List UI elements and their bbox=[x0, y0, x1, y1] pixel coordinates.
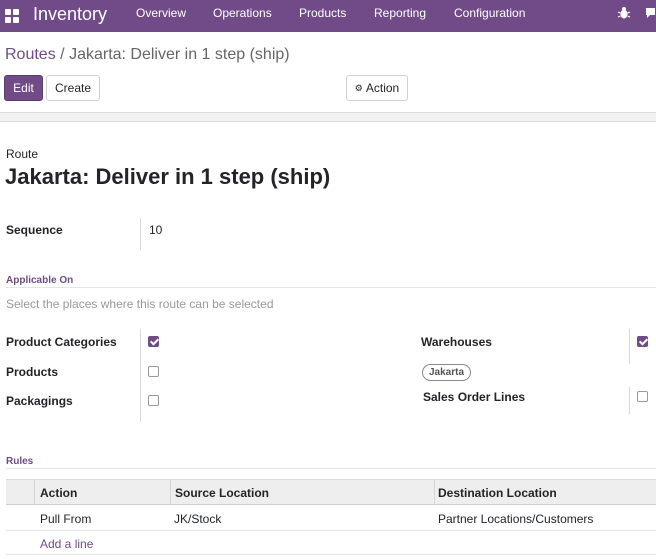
column-separator bbox=[34, 480, 35, 505]
section-divider bbox=[6, 287, 656, 288]
rule-source-cell[interactable]: JK/Stock bbox=[174, 512, 221, 526]
column-separator bbox=[170, 480, 171, 505]
breadcrumb-routes-link[interactable]: Routes bbox=[5, 46, 56, 63]
column-separator bbox=[434, 480, 435, 505]
chat-icon[interactable] bbox=[645, 7, 656, 20]
add-line-link[interactable]: Add a line bbox=[40, 537, 93, 551]
breadcrumb-separator: / bbox=[60, 46, 65, 63]
field-divider bbox=[629, 329, 630, 364]
form-sheet: Route Jakarta: Deliver in 1 step (ship) … bbox=[0, 122, 656, 560]
packagings-checkbox[interactable] bbox=[148, 395, 159, 406]
rules-table-header: Action Source Location Destination Locat… bbox=[6, 479, 656, 505]
action-label: Action bbox=[365, 81, 400, 95]
bug-icon[interactable] bbox=[617, 6, 631, 20]
column-source-location[interactable]: Source Location bbox=[175, 486, 269, 500]
warehouses-checkbox[interactable] bbox=[637, 336, 648, 347]
menu-reporting[interactable]: Reporting bbox=[374, 6, 426, 20]
packagings-label: Packagings bbox=[6, 394, 73, 408]
column-destination-location[interactable]: Destination Location bbox=[438, 486, 557, 500]
product-categories-label: Product Categories bbox=[6, 335, 117, 349]
record-title: Jakarta: Deliver in 1 step (ship) bbox=[5, 164, 331, 189]
sales-order-lines-checkbox[interactable] bbox=[637, 391, 648, 402]
form-top-band bbox=[0, 112, 656, 122]
rule-destination-cell[interactable]: Partner Locations/Customers bbox=[438, 512, 593, 526]
menu-products[interactable]: Products bbox=[299, 6, 346, 20]
products-label: Products bbox=[6, 365, 59, 379]
rule-action-cell[interactable]: Pull From bbox=[40, 512, 91, 526]
field-divider bbox=[629, 387, 630, 414]
rules-heading: Rules bbox=[6, 456, 34, 467]
warehouses-label: Warehouses bbox=[421, 335, 492, 349]
record-type-label: Route bbox=[6, 147, 39, 161]
sequence-label: Sequence bbox=[6, 223, 63, 237]
products-checkbox[interactable] bbox=[148, 366, 159, 377]
table-row-divider bbox=[6, 530, 656, 531]
sequence-value[interactable]: 10 bbox=[149, 223, 162, 237]
menu-overview[interactable]: Overview bbox=[136, 6, 186, 20]
product-categories-checkbox[interactable] bbox=[148, 336, 159, 347]
action-dropdown-button[interactable]: ⚙ Action bbox=[346, 75, 408, 101]
applicable-on-help: Select the places where this route can b… bbox=[6, 297, 274, 311]
sales-order-lines-label: Sales Order Lines bbox=[423, 390, 526, 404]
menu-configuration[interactable]: Configuration bbox=[454, 6, 525, 20]
column-action[interactable]: Action bbox=[40, 486, 77, 500]
field-divider bbox=[140, 329, 141, 422]
menu-operations[interactable]: Operations bbox=[213, 6, 272, 20]
table-row-divider bbox=[6, 554, 656, 555]
edit-button[interactable]: Edit bbox=[4, 75, 43, 101]
warehouse-tag[interactable]: Jakarta bbox=[422, 364, 472, 381]
control-panel: Routes / Jakarta: Deliver in 1 step (shi… bbox=[0, 32, 656, 112]
create-button[interactable]: Create bbox=[46, 75, 100, 101]
gear-icon: ⚙ bbox=[354, 83, 363, 93]
top-navbar: Inventory Overview Operations Products R… bbox=[0, 0, 656, 32]
field-divider bbox=[140, 218, 141, 250]
breadcrumb-current: Jakarta: Deliver in 1 step (ship) bbox=[69, 46, 290, 63]
app-name[interactable]: Inventory bbox=[33, 3, 107, 25]
section-divider bbox=[6, 468, 656, 469]
breadcrumb: Routes / Jakarta: Deliver in 1 step (shi… bbox=[5, 46, 290, 64]
applicable-on-heading: Applicable On bbox=[6, 275, 74, 286]
apps-grid-icon[interactable] bbox=[5, 9, 19, 23]
